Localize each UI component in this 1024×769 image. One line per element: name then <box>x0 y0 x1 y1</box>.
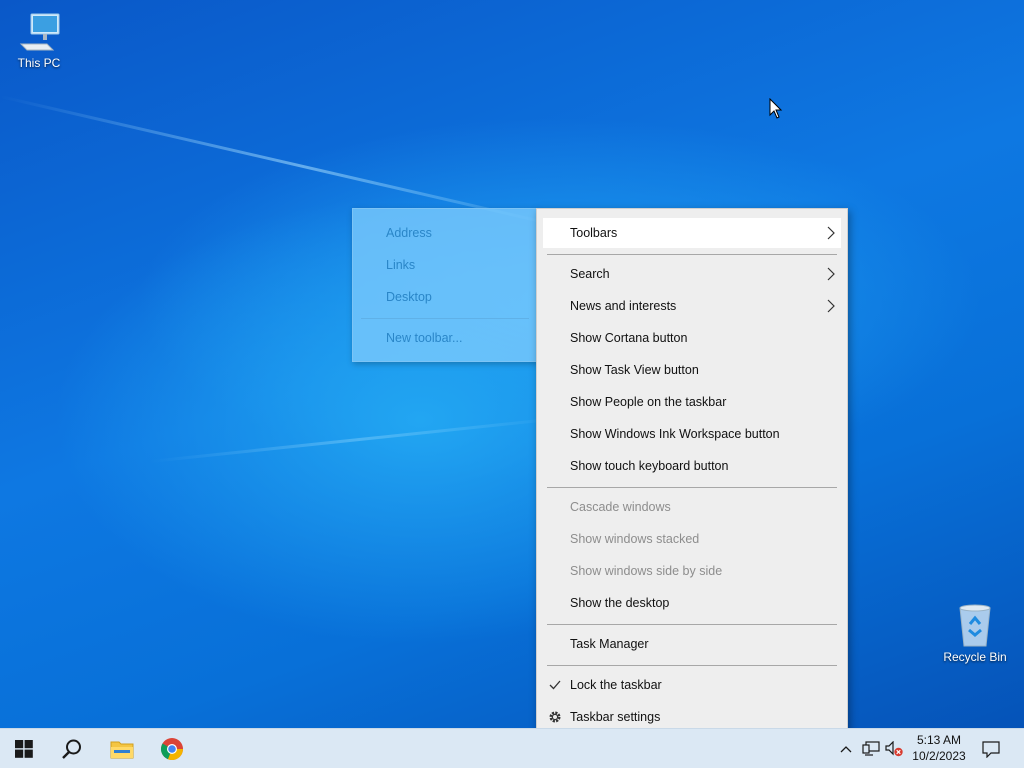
menu-item-label: Taskbar settings <box>570 710 661 724</box>
action-center-button[interactable] <box>980 737 1002 761</box>
menu-item-show-windows-stacked: Show windows stacked <box>543 524 841 554</box>
submenu-item-label: New toolbar... <box>386 331 463 345</box>
submenu-separator <box>361 318 529 319</box>
menu-item-label: Show windows side by side <box>570 564 723 578</box>
menu-item-toolbars[interactable]: Toolbars <box>543 218 841 248</box>
chrome-button[interactable] <box>148 729 196 769</box>
submenu-item-address[interactable]: Address <box>353 218 537 248</box>
volume-muted-icon <box>885 741 903 757</box>
menu-item-label: Show Cortana button <box>570 331 688 345</box>
menu-item-show-people[interactable]: Show People on the taskbar <box>543 387 841 417</box>
this-pc-icon <box>19 13 60 51</box>
menu-item-cascade-windows: Cascade windows <box>543 492 841 522</box>
menu-item-label: Show touch keyboard button <box>570 459 729 473</box>
toolbars-submenu: Address Links Desktop New toolbar... <box>352 208 538 362</box>
chrome-icon <box>160 738 184 761</box>
submenu-item-desktop[interactable]: Desktop <box>353 282 537 312</box>
menu-item-label: Show the desktop <box>570 596 670 610</box>
taskbar[interactable]: 5:13 AM 10/2/2023 <box>0 728 1024 768</box>
menu-item-show-task-view-button[interactable]: Show Task View button <box>543 355 841 385</box>
menu-item-label: Show windows stacked <box>570 532 700 546</box>
menu-item-label: News and interests <box>570 299 677 313</box>
search-icon <box>62 739 81 759</box>
desktop-icon-this-pc[interactable]: This PC <box>3 10 75 70</box>
menu-item-label: Toolbars <box>570 226 618 240</box>
menu-item-show-cortana-button[interactable]: Show Cortana button <box>543 323 841 353</box>
menu-item-label: Show Task View button <box>570 363 699 377</box>
start-button[interactable] <box>0 729 48 769</box>
menu-item-task-manager[interactable]: Task Manager <box>543 629 841 659</box>
menu-separator <box>547 665 837 666</box>
menu-separator <box>547 487 837 488</box>
action-center-icon <box>982 741 1000 758</box>
chevron-right-icon <box>827 267 835 281</box>
menu-item-label: Search <box>570 267 610 281</box>
desktop-icon-label: Recycle Bin <box>943 650 1007 664</box>
network-icon <box>862 741 880 756</box>
taskbar-clock[interactable]: 5:13 AM 10/2/2023 <box>904 732 974 764</box>
menu-item-label: Show Windows Ink Workspace button <box>570 427 780 441</box>
network-tray-button[interactable] <box>862 737 880 761</box>
submenu-item-label: Desktop <box>386 290 432 304</box>
clock-date: 10/2/2023 <box>912 749 966 763</box>
taskbar-context-menu: Toolbars Search News and interests Show … <box>536 208 848 742</box>
submenu-item-label: Links <box>386 258 416 272</box>
start-icon <box>15 740 33 758</box>
desktop-icon-label: This PC <box>17 56 61 70</box>
menu-item-label: Cascade windows <box>570 500 671 514</box>
checkmark-icon <box>549 680 561 690</box>
menu-item-show-the-desktop[interactable]: Show the desktop <box>543 588 841 618</box>
submenu-item-new-toolbar[interactable]: New toolbar... <box>353 323 537 353</box>
chevron-up-icon <box>840 746 852 753</box>
search-button[interactable] <box>48 729 96 769</box>
chevron-right-icon <box>827 299 835 313</box>
menu-item-show-touch-keyboard[interactable]: Show touch keyboard button <box>543 451 841 481</box>
menu-item-label: Lock the taskbar <box>570 678 662 692</box>
chevron-right-icon <box>827 226 835 240</box>
desktop-background[interactable]: This PC Recycle Bin <box>0 0 1024 728</box>
menu-item-label: Show People on the taskbar <box>570 395 727 409</box>
menu-item-label: Task Manager <box>570 637 649 651</box>
menu-item-news-and-interests[interactable]: News and interests <box>543 291 841 321</box>
desktop-icon-recycle-bin[interactable]: Recycle Bin <box>939 602 1011 664</box>
submenu-item-label: Address <box>386 226 432 240</box>
file-explorer-button[interactable] <box>98 729 146 769</box>
show-hidden-icons-button[interactable] <box>838 737 854 761</box>
gear-icon <box>549 711 561 723</box>
volume-tray-button[interactable] <box>884 737 904 761</box>
menu-separator <box>547 254 837 255</box>
menu-item-show-ink-workspace[interactable]: Show Windows Ink Workspace button <box>543 419 841 449</box>
wallpaper-light-beam <box>149 416 568 463</box>
recycle-bin-icon <box>959 604 991 647</box>
menu-separator <box>547 624 837 625</box>
menu-item-show-windows-side-by-side: Show windows side by side <box>543 556 841 586</box>
file-explorer-icon <box>110 741 134 759</box>
mouse-cursor-icon <box>769 98 783 119</box>
submenu-item-links[interactable]: Links <box>353 250 537 280</box>
menu-item-lock-the-taskbar[interactable]: Lock the taskbar <box>543 670 841 700</box>
menu-item-search[interactable]: Search <box>543 259 841 289</box>
clock-time: 5:13 AM <box>916 733 962 747</box>
